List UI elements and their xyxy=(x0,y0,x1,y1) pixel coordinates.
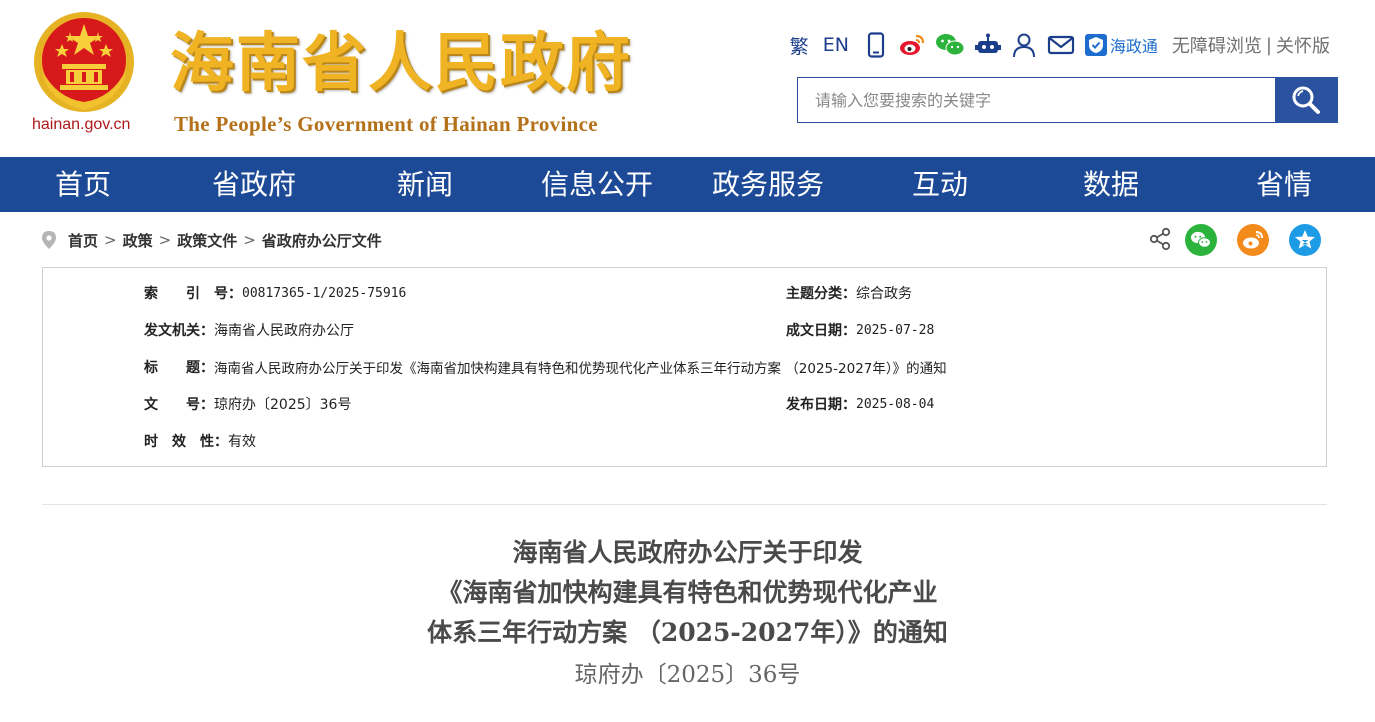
topic-label: 主题分类： xyxy=(786,286,856,302)
weibo-icon[interactable] xyxy=(899,32,925,58)
pubdate-value: 2025-08-04 xyxy=(856,396,935,412)
english-link[interactable]: EN xyxy=(823,34,849,56)
info-validity: 时 效 性： 有效 xyxy=(144,431,256,451)
share-qzone-icon[interactable] xyxy=(1289,224,1321,256)
national-emblem-icon[interactable] xyxy=(32,10,136,114)
nav-item-home[interactable]: 首页 xyxy=(55,157,111,212)
hzt-app-link[interactable]: 海政通 xyxy=(1084,33,1158,57)
breadcrumb-home[interactable]: 首页 xyxy=(68,230,98,251)
docno-label: 文 号： xyxy=(144,397,214,413)
robot-icon[interactable] xyxy=(974,32,1001,58)
elder-mode-link[interactable]: 关怀版 xyxy=(1276,32,1330,58)
site-domain: hainan.gov.cn xyxy=(32,116,131,133)
date-written-label: 成文日期： xyxy=(786,323,856,339)
share-wechat-icon[interactable] xyxy=(1185,224,1217,256)
search-button[interactable] xyxy=(1275,78,1337,122)
user-icon[interactable] xyxy=(1011,32,1037,58)
breadcrumb: 首页 > 政策 > 政策文件 > 省政府办公厅文件 xyxy=(42,228,382,252)
site-subtitle: The People’s Government of Hainan Provin… xyxy=(174,112,598,136)
index-value: 00817365-1/2025-75916 xyxy=(242,285,407,301)
title-value: 海南省人民政府办公厅关于印发《海南省加快构建具有特色和优势现代化产业体系三年行动… xyxy=(214,361,947,377)
document-title-line-3: 体系三年行动方案 （2025-2027年）》的通知 xyxy=(427,618,948,647)
document-number: 琼府办〔2025〕36号 xyxy=(574,662,801,688)
share-weibo-icon[interactable] xyxy=(1237,224,1269,256)
hzt-badge-icon xyxy=(1084,34,1107,56)
share-icon[interactable] xyxy=(1148,224,1174,256)
search-icon xyxy=(1292,86,1320,114)
header-tools: 繁 EN 海政通 无障碍浏览 | 关怀版 xyxy=(790,30,1330,60)
title-label: 标 题： xyxy=(144,360,214,376)
index-label: 索 引 号： xyxy=(144,286,242,302)
document-title-line-1: 海南省人民政府办公厅关于印发 xyxy=(512,538,863,567)
nav-item-province-info[interactable]: 省情 xyxy=(1256,157,1312,212)
info-docno: 文 号： 琼府办〔2025〕36号 xyxy=(144,394,351,414)
nav-item-news[interactable]: 新闻 xyxy=(397,157,453,212)
breadcrumb-arrow: > xyxy=(158,231,172,249)
hzt-app-label: 海政通 xyxy=(1109,37,1158,56)
info-title: 标 题： 海南省人民政府办公厅关于印发《海南省加快构建具有特色和优势现代化产业体… xyxy=(144,357,947,377)
mobile-icon[interactable] xyxy=(863,32,889,58)
date-written-value: 2025-07-28 xyxy=(856,322,935,338)
info-pubdate: 发布日期： 2025-08-04 xyxy=(786,394,934,414)
nav-item-services[interactable]: 政务服务 xyxy=(712,157,824,212)
breadcrumb-policy-docs[interactable]: 政策文件 xyxy=(177,230,237,251)
location-pin-icon xyxy=(42,231,56,249)
document-info-box: 索 引 号： 00817365-1/2025-75916 主题分类： 综合政务 … xyxy=(42,267,1327,467)
issuer-value: 海南省人民政府办公厅 xyxy=(214,323,354,339)
traditional-chinese-link[interactable]: 繁 xyxy=(790,32,809,59)
issuer-label: 发文机关： xyxy=(144,323,214,339)
breadcrumb-arrow: > xyxy=(104,231,117,249)
tools-separator: | xyxy=(1265,34,1272,56)
site-title[interactable]: 海南省人民政府 xyxy=(170,24,632,104)
wechat-icon[interactable] xyxy=(935,32,965,58)
breadcrumb-policy[interactable]: 政策 xyxy=(123,230,153,251)
nav-item-interaction[interactable]: 互动 xyxy=(912,157,968,212)
nav-item-government[interactable]: 省政府 xyxy=(212,157,296,212)
info-topic: 主题分类： 综合政务 xyxy=(786,283,912,303)
validity-value: 有效 xyxy=(228,434,256,450)
main-nav: 首页 省政府 新闻 信息公开 政务服务 互动 数据 省情 xyxy=(0,157,1375,212)
topic-value: 综合政务 xyxy=(856,286,912,302)
nav-item-data[interactable]: 数据 xyxy=(1083,157,1139,212)
info-issuer: 发文机关： 海南省人民政府办公厅 xyxy=(144,320,354,340)
breadcrumb-arrow: > xyxy=(243,231,256,249)
mail-icon[interactable] xyxy=(1047,32,1075,58)
validity-label: 时 效 性： xyxy=(144,434,228,450)
info-index: 索 引 号： 00817365-1/2025-75916 xyxy=(144,283,406,303)
search-input[interactable] xyxy=(798,78,1275,122)
site-header: hainan.gov.cn 海南省人民政府 The People’s Gover… xyxy=(0,0,1375,157)
document-title-line-2: 《海南省加快构建具有特色和优势现代化产业 xyxy=(437,578,938,607)
info-date-written: 成文日期： 2025-07-28 xyxy=(786,320,934,340)
docno-value: 琼府办〔2025〕36号 xyxy=(214,397,352,413)
breadcrumb-office-docs[interactable]: 省政府办公厅文件 xyxy=(262,230,382,251)
nav-item-open-info[interactable]: 信息公开 xyxy=(541,157,653,212)
pubdate-label: 发布日期： xyxy=(786,397,856,413)
search-bar xyxy=(797,77,1338,123)
content-divider xyxy=(42,504,1327,505)
accessibility-link[interactable]: 无障碍浏览 xyxy=(1172,32,1262,58)
